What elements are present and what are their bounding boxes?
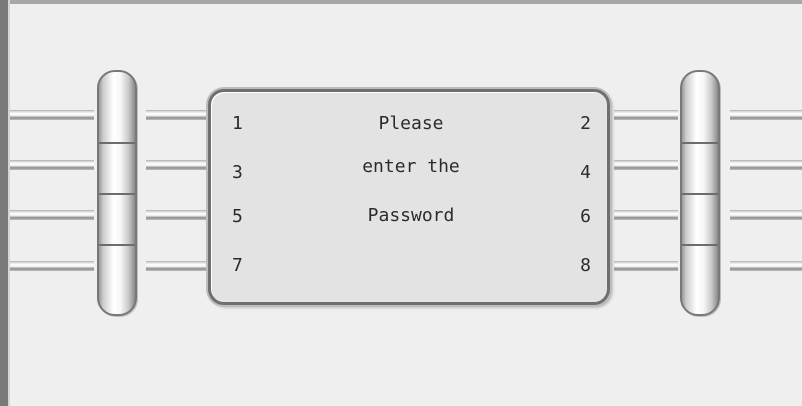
slot-number-4: 4: [580, 162, 591, 183]
right-button-rail: [680, 70, 720, 316]
prompt-line-2: enter the: [362, 156, 460, 177]
slot-number-1: 1: [232, 113, 243, 134]
rail-button-4[interactable]: [682, 144, 718, 193]
connector-line: [730, 261, 802, 271]
window-left-border: [0, 0, 8, 406]
connector-line: [10, 210, 94, 220]
window-left-border-highlight: [8, 0, 10, 406]
slot-number-5: 5: [232, 206, 243, 227]
connector-line: [730, 210, 802, 220]
connector-line: [614, 160, 678, 170]
slot-number-8: 8: [580, 255, 591, 276]
password-prompt-display: 1 3 5 7 2 4 6 8 Please enter the Passwor…: [208, 89, 610, 305]
connector-line: [10, 261, 94, 271]
slot-number-2: 2: [580, 113, 591, 134]
rail-button-5[interactable]: [99, 195, 135, 244]
connector-line: [146, 261, 206, 271]
rail-button-3[interactable]: [99, 144, 135, 193]
rail-button-7[interactable]: [99, 246, 135, 314]
connector-line: [730, 110, 802, 120]
connector-line: [730, 160, 802, 170]
slot-number-3: 3: [232, 162, 243, 183]
prompt-line-3: Password: [367, 205, 455, 226]
connector-line: [614, 261, 678, 271]
connector-line: [614, 110, 678, 120]
connector-line: [614, 210, 678, 220]
prompt-line-1: Please: [378, 113, 444, 134]
window-top-border: [0, 0, 802, 4]
connector-line: [146, 160, 206, 170]
slot-number-7: 7: [232, 255, 243, 276]
connector-line: [10, 110, 94, 120]
rail-button-1[interactable]: [99, 72, 135, 142]
rail-button-2[interactable]: [682, 72, 718, 142]
left-button-rail: [97, 70, 137, 316]
connector-line: [146, 110, 206, 120]
rail-button-6[interactable]: [682, 195, 718, 244]
connector-line: [10, 160, 94, 170]
connector-line: [146, 210, 206, 220]
rail-button-8[interactable]: [682, 246, 718, 314]
slot-number-6: 6: [580, 206, 591, 227]
